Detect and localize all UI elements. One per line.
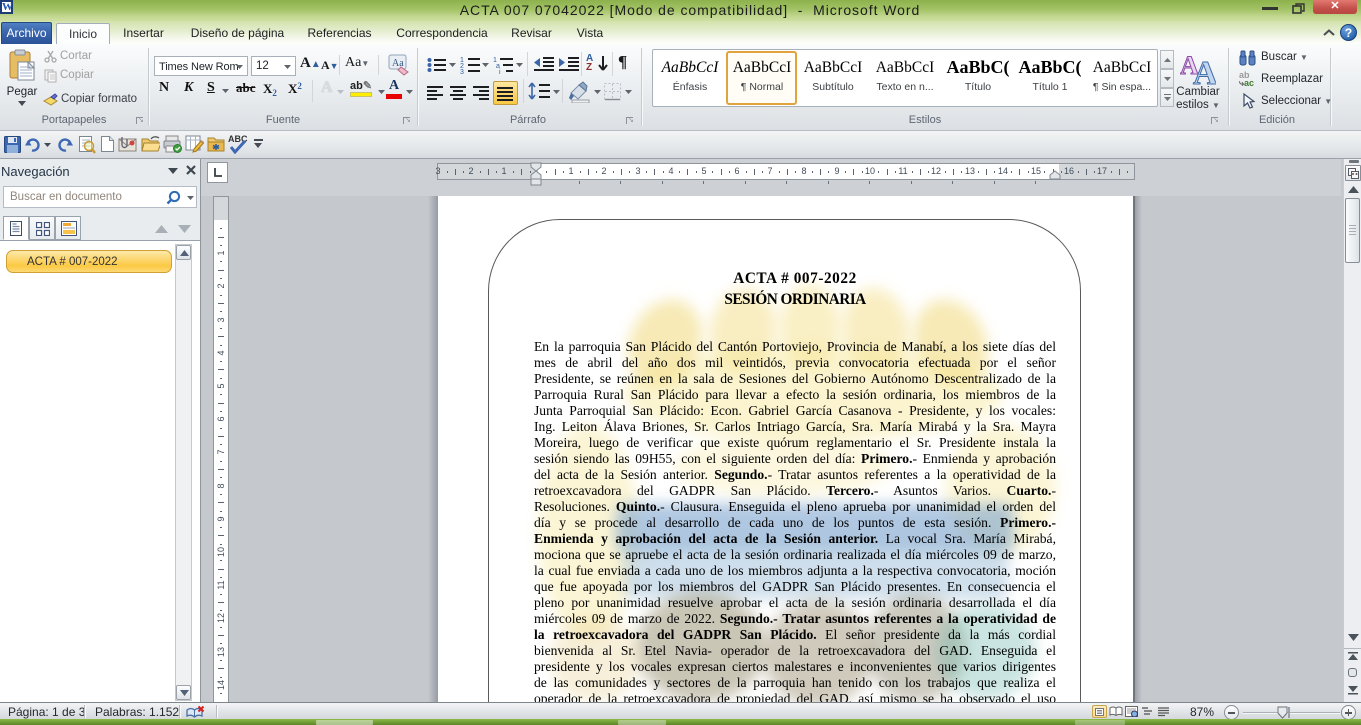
svg-text:Aa: Aa (392, 58, 404, 69)
svg-text:3: 3 (460, 69, 464, 75)
svg-text:i: i (499, 69, 501, 75)
svg-text:A: A (1193, 55, 1216, 86)
